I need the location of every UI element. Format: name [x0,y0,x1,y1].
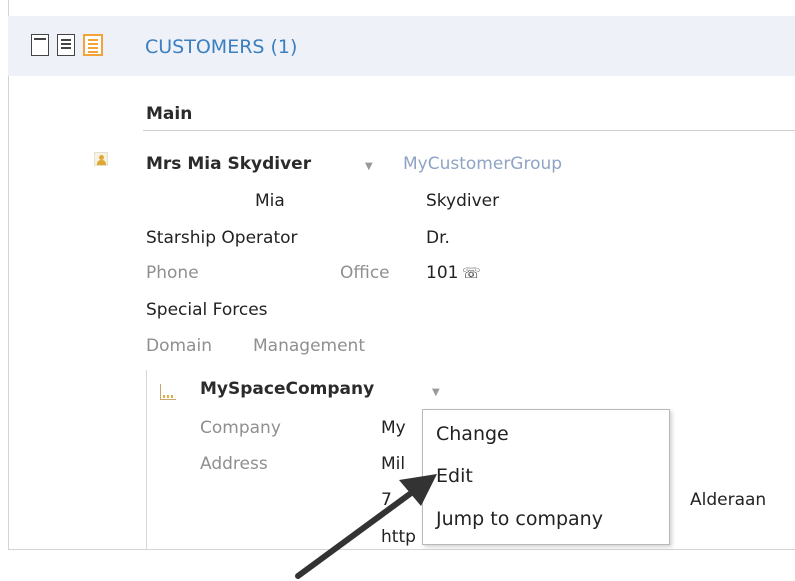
address-line2: 7 [381,490,392,510]
person-title: Dr. [426,228,450,248]
customer-group-link[interactable]: MyCustomerGroup [403,154,562,174]
company-block-border [146,370,147,550]
job-title: Starship Operator [146,228,298,248]
last-name: Skydiver [426,191,500,211]
phone-label: Phone [146,263,199,283]
company-icon [160,384,176,400]
domain-label: Domain [146,336,212,356]
section-header [8,16,795,76]
company-value: My [381,418,406,438]
phone-type: Office [340,263,390,283]
company-label: Company [200,418,281,438]
menu-item-edit[interactable]: Edit [436,465,473,487]
phone-icon[interactable]: ☏ [462,264,481,282]
menu-item-change[interactable]: Change [436,423,509,445]
domain-value: Management [253,336,365,356]
address-label: Address [200,454,268,474]
section-title[interactable]: CUSTOMERS (1) [145,36,297,58]
address-city: Alderaan [690,490,767,510]
list-view-icon[interactable] [31,34,49,56]
company-url[interactable]: http [381,527,416,547]
compact-view-icon[interactable] [57,34,75,56]
chevron-down-icon[interactable]: ▼ [365,161,373,172]
first-name: Mia [255,191,285,211]
tab-main[interactable]: Main [146,104,192,124]
tab-divider [143,130,795,131]
person-icon [94,152,108,166]
company-name[interactable]: MySpaceCompany [200,379,374,399]
department: Special Forces [146,300,268,320]
customer-name[interactable]: Mrs Mia Skydiver [146,154,311,174]
address-line1: Mil [381,454,406,474]
menu-item-jump-to-company[interactable]: Jump to company [436,508,603,530]
context-menu: Change Edit Jump to company [422,409,670,545]
detail-view-icon[interactable] [83,34,103,56]
phone-value[interactable]: 101 [426,263,458,283]
chevron-down-icon[interactable]: ▼ [432,387,440,398]
